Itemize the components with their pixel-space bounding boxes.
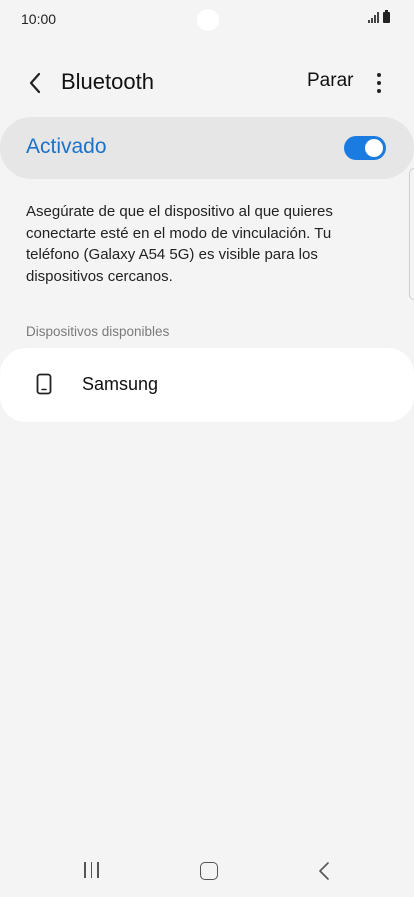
app-bar: Bluetooth Parar xyxy=(0,58,414,108)
status-icons xyxy=(368,10,390,23)
recent-apps-icon[interactable] xyxy=(84,862,99,878)
more-options-icon[interactable] xyxy=(366,68,392,98)
status-time: 10:00 xyxy=(21,11,57,27)
master-switch-label: Activado xyxy=(26,135,107,158)
navigation-bar xyxy=(0,852,414,892)
page-title: Bluetooth xyxy=(61,69,154,94)
bluetooth-master-switch-row[interactable]: Activado xyxy=(0,117,414,179)
status-bar: 10:00 xyxy=(0,0,414,38)
phone-icon xyxy=(36,373,52,395)
back-arrow-icon xyxy=(29,72,41,94)
signal-icon xyxy=(368,12,379,23)
device-list-item[interactable]: Samsung xyxy=(0,348,414,422)
back-button[interactable] xyxy=(20,68,50,98)
pairing-info-text: Asegúrate de que el dispositivo al que q… xyxy=(26,203,333,285)
device-name: Samsung xyxy=(82,374,159,394)
scroll-indicator[interactable] xyxy=(409,168,414,300)
battery-icon xyxy=(383,10,390,23)
stop-scan-button[interactable]: Parar xyxy=(307,70,353,92)
bluetooth-toggle[interactable] xyxy=(344,136,386,160)
available-devices-header: Dispositivos disponibles xyxy=(26,324,170,339)
front-camera-cutout xyxy=(197,9,219,31)
back-icon[interactable] xyxy=(318,861,330,881)
home-icon[interactable] xyxy=(200,862,218,880)
toggle-knob xyxy=(365,139,383,157)
